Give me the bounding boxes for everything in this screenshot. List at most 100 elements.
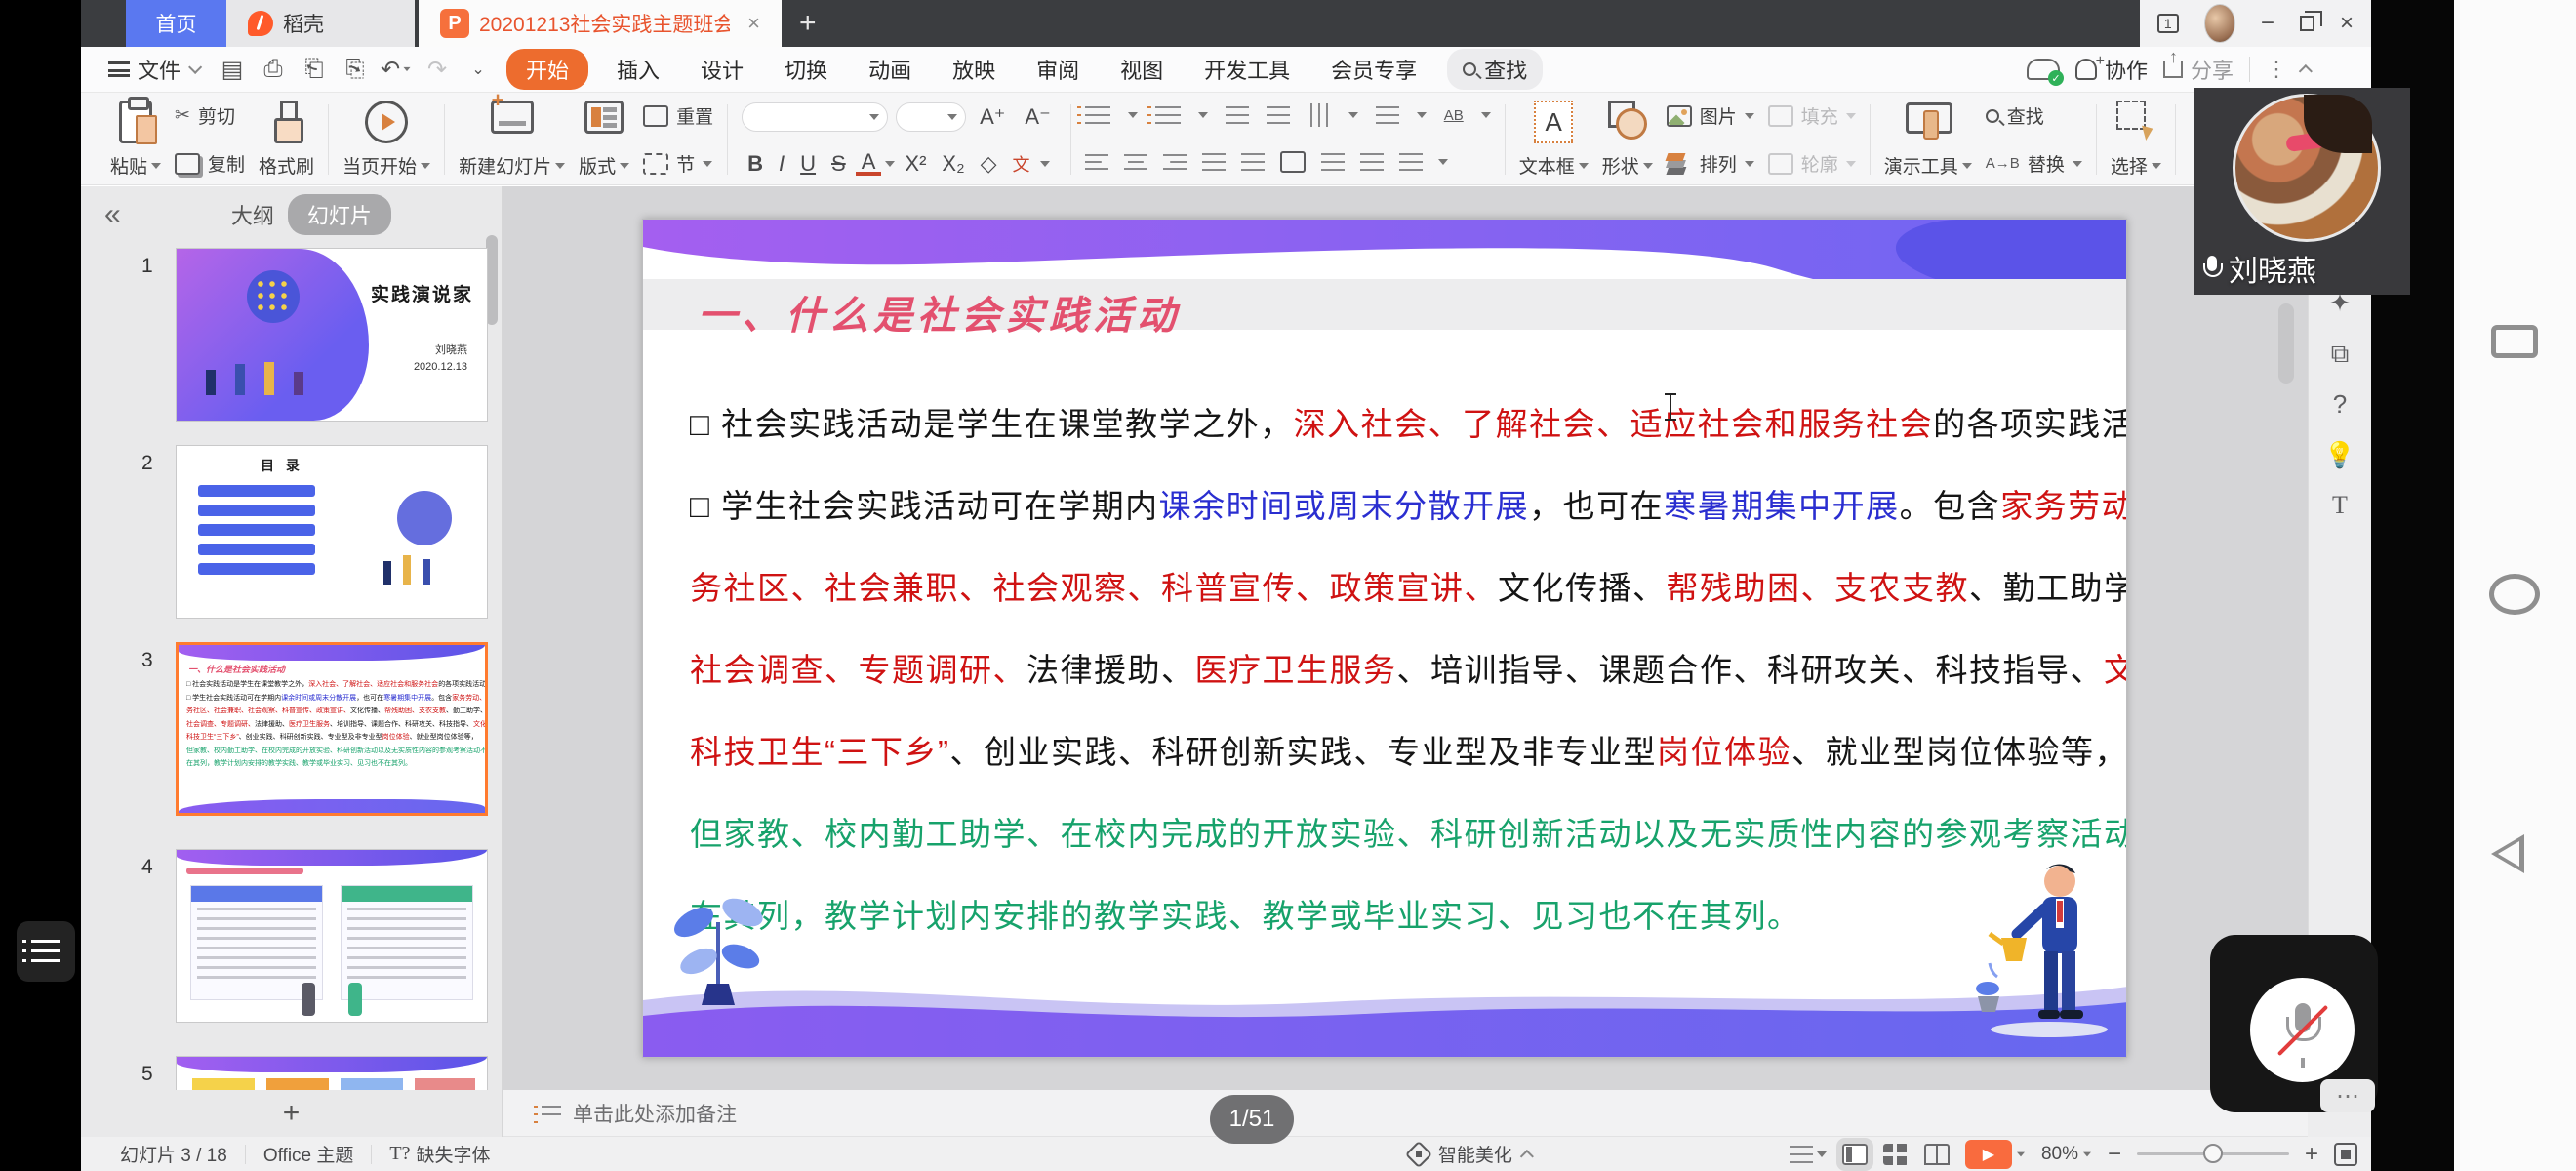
collaborate-button[interactable]: 协作: [2075, 54, 2148, 85]
home-button[interactable]: [2489, 574, 2540, 615]
idea-bulb-icon[interactable]: 💡: [2309, 440, 2371, 470]
section-button[interactable]: 节: [643, 150, 713, 177]
slideshow-button[interactable]: ▶: [1965, 1140, 2026, 1169]
menu-tab-transition[interactable]: 切换: [764, 54, 848, 85]
reset-button[interactable]: 重置: [643, 102, 713, 129]
slide-sorter-view-button[interactable]: [1883, 1144, 1909, 1165]
menu-tab-member[interactable]: 会员专享: [1310, 54, 1437, 85]
textbox-button[interactable]: A 文本框: [1519, 99, 1589, 181]
layout-button[interactable]: 版式: [579, 99, 629, 181]
subscript-button[interactable]: X₂: [936, 151, 970, 177]
fill-button[interactable]: 填充: [1768, 102, 1856, 129]
play-from-current-button[interactable]: 当页开始: [342, 99, 430, 181]
copy-button[interactable]: 复制: [175, 150, 245, 177]
char-spacing-icon[interactable]: [1376, 106, 1399, 124]
menu-tab-insert[interactable]: 插入: [596, 54, 680, 85]
normal-view-button[interactable]: [1842, 1144, 1868, 1165]
zoom-out-button[interactable]: −: [2108, 1141, 2121, 1168]
line-spacing-icon[interactable]: [1399, 153, 1423, 171]
tab-docer[interactable]: 稻壳: [226, 0, 415, 47]
find-button-ribbon[interactable]: 查找: [1986, 102, 2082, 129]
text-highlight-icon[interactable]: AB: [1444, 107, 1464, 124]
save-icon[interactable]: ▤: [218, 55, 247, 84]
format-painter-button[interactable]: 格式刷: [259, 99, 314, 181]
menu-tab-design[interactable]: 设计: [680, 54, 764, 85]
theme-status[interactable]: Office 主题: [263, 1141, 354, 1167]
smart-beautify-button[interactable]: 智能美化: [1409, 1141, 1534, 1167]
distribute-icon[interactable]: [1241, 153, 1265, 171]
current-slide-canvas[interactable]: 一、什么是社会实践活动 □ 社会实践活动是学生在课堂教学之外，深入社会、了解社会…: [642, 219, 2127, 1058]
tab-document[interactable]: P 20201213社会实践主题班会.pptx ×: [419, 0, 782, 47]
collapse-ribbon-icon[interactable]: [2299, 64, 2313, 78]
menu-tab-view[interactable]: 视图: [1100, 54, 1184, 85]
underline-button[interactable]: U: [794, 151, 822, 177]
recents-button[interactable]: [2491, 325, 2538, 358]
increase-indent-icon[interactable]: [1267, 106, 1290, 124]
mute-toggle-button[interactable]: [2250, 978, 2355, 1082]
menu-tab-animation[interactable]: 动画: [848, 54, 932, 85]
share-button[interactable]: 分享: [2163, 54, 2234, 85]
back-button[interactable]: [2491, 834, 2524, 873]
text-tool-icon[interactable]: T: [2309, 491, 2371, 520]
shrink-font-button[interactable]: A⁻: [1019, 104, 1056, 130]
slides-tab[interactable]: 幻灯片: [288, 194, 391, 235]
window-count-icon[interactable]: 1: [2157, 14, 2179, 33]
font-size-select[interactable]: [896, 102, 966, 132]
notes-bar[interactable]: 单击此处添加备注: [503, 1090, 2308, 1137]
slide-thumbnail-5[interactable]: [176, 1056, 488, 1090]
video-participant-tile[interactable]: 刘晓燕: [2194, 88, 2410, 295]
superscript-button[interactable]: X²: [899, 151, 932, 177]
strip-more-button[interactable]: ⋯: [2320, 1079, 2375, 1112]
font-name-select[interactable]: [742, 102, 888, 132]
file-menu[interactable]: 文件: [81, 54, 212, 85]
arrange-button[interactable]: 排列: [1667, 150, 1754, 177]
align-right-icon[interactable]: [1163, 154, 1187, 170]
cut-button[interactable]: ✂剪切: [175, 102, 245, 129]
toolbar-more-icon[interactable]: ⌄: [463, 55, 493, 84]
collapse-panel-icon[interactable]: «: [104, 198, 121, 231]
slide-thumbnail-4[interactable]: [176, 849, 488, 1023]
select-button[interactable]: 选择: [2111, 99, 2161, 181]
text-direction-icon[interactable]: [1310, 103, 1328, 127]
replace-button[interactable]: A→B替换: [1986, 150, 2082, 177]
reading-view-button[interactable]: [1924, 1144, 1950, 1165]
zoom-level-select[interactable]: 80%: [2041, 1144, 2092, 1165]
decrease-indent-icon[interactable]: [1226, 106, 1249, 124]
shapes-button[interactable]: 形状: [1602, 99, 1653, 181]
columns-icon[interactable]: [1280, 151, 1306, 173]
output-icon[interactable]: ⎙: [259, 55, 288, 84]
menu-tab-devtools[interactable]: 开发工具: [1184, 54, 1310, 85]
redo-icon[interactable]: ↷: [423, 55, 452, 84]
close-tab-icon[interactable]: ×: [747, 11, 760, 36]
italic-button[interactable]: I: [773, 151, 790, 177]
close-window-button[interactable]: ×: [2340, 12, 2354, 35]
slide-title[interactable]: 一、什么是社会实践活动: [698, 284, 1181, 341]
print-icon[interactable]: ⎗: [300, 55, 329, 84]
line-spacing-down-icon[interactable]: [1360, 153, 1384, 171]
grow-font-button[interactable]: A⁺: [974, 104, 1011, 130]
minimize-button[interactable]: −: [2261, 12, 2274, 35]
floating-assistant-widget[interactable]: [17, 921, 75, 982]
account-avatar[interactable]: [2204, 4, 2235, 43]
picture-button[interactable]: 图片: [1667, 102, 1754, 129]
clear-format-icon[interactable]: ◇: [975, 151, 1003, 177]
outline-tab[interactable]: 大纲: [231, 199, 274, 230]
slide-area-scrollbar[interactable]: [2278, 303, 2294, 384]
menu-tab-slideshow[interactable]: 放映: [932, 54, 1016, 85]
slide-thumbnail-2[interactable]: 目 录: [176, 445, 488, 619]
font-color-button[interactable]: A: [856, 152, 882, 176]
presentation-tools-button[interactable]: 演示工具: [1884, 99, 1972, 181]
strikethrough-button[interactable]: S: [825, 151, 852, 177]
slide-editing-area[interactable]: 一、什么是社会实践活动 □ 社会实践活动是学生在课堂教学之外，深入社会、了解社会…: [503, 186, 2308, 1090]
new-slide-button[interactable]: 新建幻灯片: [459, 99, 565, 181]
justify-icon[interactable]: [1202, 153, 1226, 171]
undo-icon[interactable]: ↶: [382, 55, 411, 84]
zoom-slider-knob[interactable]: [2203, 1144, 2223, 1163]
align-left-icon[interactable]: [1085, 154, 1108, 170]
add-slide-button[interactable]: +: [283, 1097, 301, 1130]
bullets-icon[interactable]: [1085, 106, 1110, 124]
zoom-slider[interactable]: [2137, 1152, 2289, 1155]
find-button[interactable]: 查找: [1447, 49, 1543, 90]
bold-button[interactable]: B: [742, 151, 769, 177]
slide-thumbnail-3-selected[interactable]: 一、什么是社会实践活动 □ 社会实践活动是学生在课堂教学之外，深入社会、了解社会…: [176, 642, 488, 816]
